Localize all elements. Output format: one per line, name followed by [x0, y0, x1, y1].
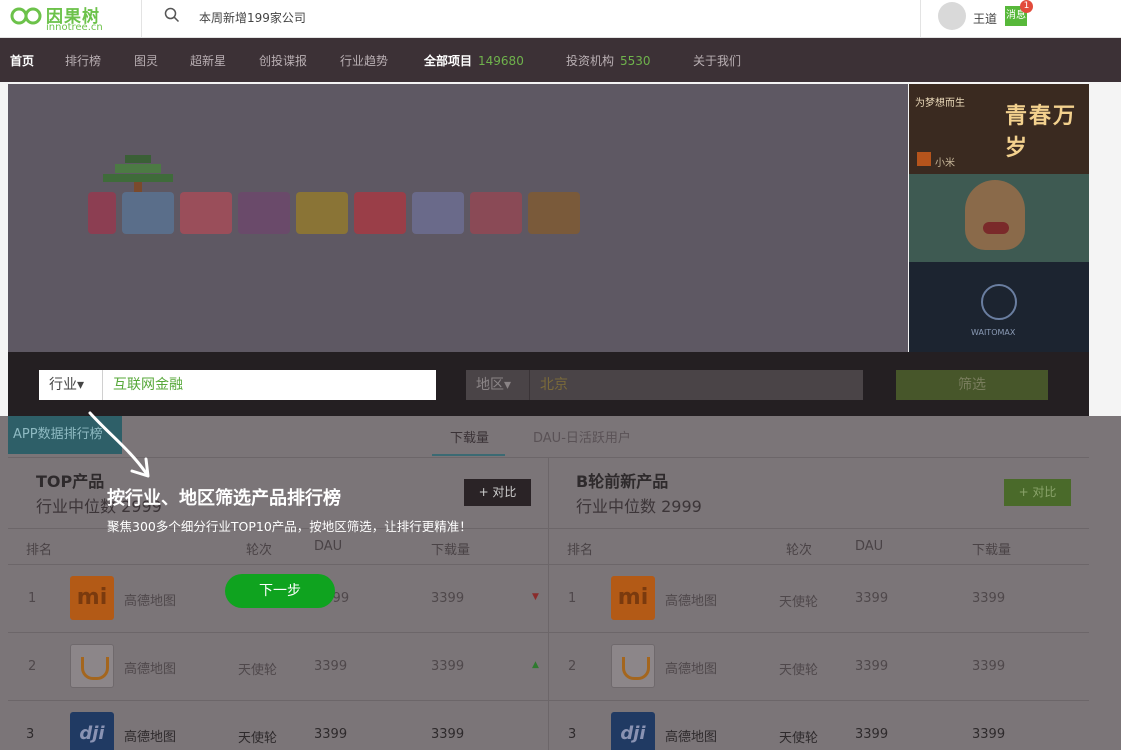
divider	[8, 564, 1089, 565]
right-panel-title: B轮前新产品	[576, 472, 669, 491]
row-rank: 3	[26, 727, 35, 742]
nav-vc-intel[interactable]: 创投谍报	[259, 52, 307, 69]
avatar[interactable]	[938, 2, 966, 30]
ad-caption: 为梦想而生	[915, 98, 965, 109]
ad-brand: 小米	[935, 158, 955, 169]
nav-turing[interactable]: 图灵	[134, 52, 158, 69]
column-header-round: 轮次	[786, 543, 813, 558]
left-compare-button[interactable]: + 对比	[464, 479, 531, 506]
row-app-name[interactable]: 高德地图	[124, 726, 176, 745]
filter-submit-button[interactable]: 筛选	[896, 370, 1048, 400]
guide-description: 聚焦300多个细分行业TOP10产品，按地区筛选，让排行更精准！	[107, 519, 472, 534]
logo-mark-icon	[10, 7, 42, 25]
row-downloads: 3399	[972, 659, 1006, 674]
row-dau: 3399	[855, 591, 889, 606]
row-rank: 1	[28, 591, 37, 606]
industry-filter[interactable]: 行业▾ 互联网金融	[39, 370, 436, 400]
row-dau: 3399	[314, 659, 348, 674]
region-filter[interactable]: 地区▾ 北京	[466, 370, 863, 400]
dji-logo-icon: dji	[70, 712, 114, 750]
side-ad-figure[interactable]	[909, 174, 1089, 262]
logo-subtext: innotree.cn	[46, 22, 103, 33]
row-downloads: 3399	[431, 591, 465, 606]
notification-badge: 1	[1020, 0, 1033, 13]
nav-all-projects[interactable]: 全部项目 149680	[424, 52, 524, 69]
industry-select[interactable]: 行业▾	[39, 370, 103, 400]
row-downloads: 3399	[431, 727, 465, 742]
row-round: 天使轮	[779, 731, 819, 746]
row-downloads: 3399	[431, 659, 465, 674]
row-rank: 2	[28, 659, 37, 674]
username[interactable]: 王道	[973, 10, 997, 27]
nav-industry-trends[interactable]: 行业趋势	[340, 52, 388, 69]
nav-rankings[interactable]: 排行榜	[65, 52, 101, 69]
site-logo[interactable]: 因果树 innotree.cn	[10, 2, 110, 36]
nav-home[interactable]: 首页	[10, 52, 34, 69]
region-input[interactable]: 北京	[530, 370, 568, 400]
column-header-round: 轮次	[246, 543, 273, 558]
side-ad-xiaomi[interactable]: 为梦想而生 青春万岁 小米	[909, 84, 1089, 174]
row-rank: 2	[568, 659, 577, 674]
row-app-name[interactable]: 高德地图	[124, 590, 176, 609]
column-header-rank: 排名	[26, 543, 53, 558]
search-hint[interactable]: 本周新增199家公司	[199, 9, 306, 26]
row-app-name[interactable]: 高德地图	[665, 658, 717, 677]
xiaomi-logo-icon: mi	[611, 576, 655, 620]
column-header-downloads: 下载量	[431, 543, 471, 558]
row-app-name[interactable]: 高德地图	[665, 590, 717, 609]
row-app-name[interactable]: 高德地图	[124, 658, 176, 677]
main-nav: 首页 排行榜 图灵 超新星 创投谍报 行业趋势 全部项目 149680 投资机构 5…	[0, 38, 1121, 82]
divider	[8, 700, 1089, 701]
projects-count: 149680	[478, 54, 524, 68]
header-divider	[141, 0, 142, 38]
didi-logo-icon	[70, 644, 114, 688]
dji-logo-icon: dji	[611, 712, 655, 750]
row-dau: 3399	[855, 659, 889, 674]
ad-caption: WAITOMAX	[971, 328, 1016, 337]
mi-logo-icon	[917, 152, 931, 166]
tab-downloads[interactable]: 下载量	[432, 427, 506, 456]
row-downloads: 3399	[972, 727, 1006, 742]
header-divider	[920, 0, 921, 38]
filter-bar: 行业▾ 互联网金融 地区▾ 北京 筛选	[8, 352, 1089, 416]
search-icon[interactable]	[164, 7, 180, 23]
nav-supernova[interactable]: 超新星	[190, 52, 226, 69]
trend-up-icon: ▲	[532, 660, 539, 670]
row-rank: 1	[568, 591, 577, 606]
xiaomi-logo-icon: mi	[70, 576, 114, 620]
investors-count: 5530	[620, 54, 651, 68]
row-dau: 3399	[855, 727, 889, 742]
tab-dau[interactable]: DAU-日活跃用户	[533, 427, 631, 446]
column-header-dau: DAU	[855, 539, 884, 554]
nav-about[interactable]: 关于我们	[693, 52, 741, 69]
ad-title: 青春万岁	[1005, 104, 1078, 161]
row-app-name[interactable]: 高德地图	[665, 726, 717, 745]
row-round: 天使轮	[779, 595, 819, 610]
row-rank: 3	[568, 727, 577, 742]
didi-logo-icon	[611, 644, 655, 688]
next-step-button[interactable]: 下一步	[225, 574, 335, 608]
column-header-downloads: 下载量	[972, 543, 1012, 558]
side-ad-tech[interactable]: WAITOMAX	[909, 262, 1089, 352]
row-round: 天使轮	[238, 731, 278, 746]
nav-investors[interactable]: 投资机构 5530	[566, 52, 651, 69]
guide-arrow-icon	[88, 411, 150, 478]
row-round: 天使轮	[779, 663, 819, 678]
column-header-rank: 排名	[567, 543, 594, 558]
hero-banner[interactable]	[8, 84, 908, 352]
trend-down-icon: ▼	[532, 592, 539, 602]
right-compare-button[interactable]: + 对比	[1004, 479, 1071, 506]
innotree-wordmark	[88, 192, 580, 234]
row-downloads: 3399	[972, 591, 1006, 606]
region-select[interactable]: 地区▾	[466, 370, 530, 400]
column-header-dau: DAU	[314, 539, 343, 554]
right-panel-subtitle: 行业中位数 2999	[576, 497, 702, 516]
guide-title: 按行业、地区筛选产品排行榜	[107, 488, 341, 509]
divider	[8, 632, 1089, 633]
panel-divider	[548, 458, 549, 750]
row-round: 天使轮	[238, 663, 278, 678]
row-dau: 3399	[314, 727, 348, 742]
industry-input[interactable]: 互联网金融	[103, 370, 183, 400]
top-header: 因果树 innotree.cn 本周新增199家公司 王道 消息 1	[0, 0, 1121, 38]
